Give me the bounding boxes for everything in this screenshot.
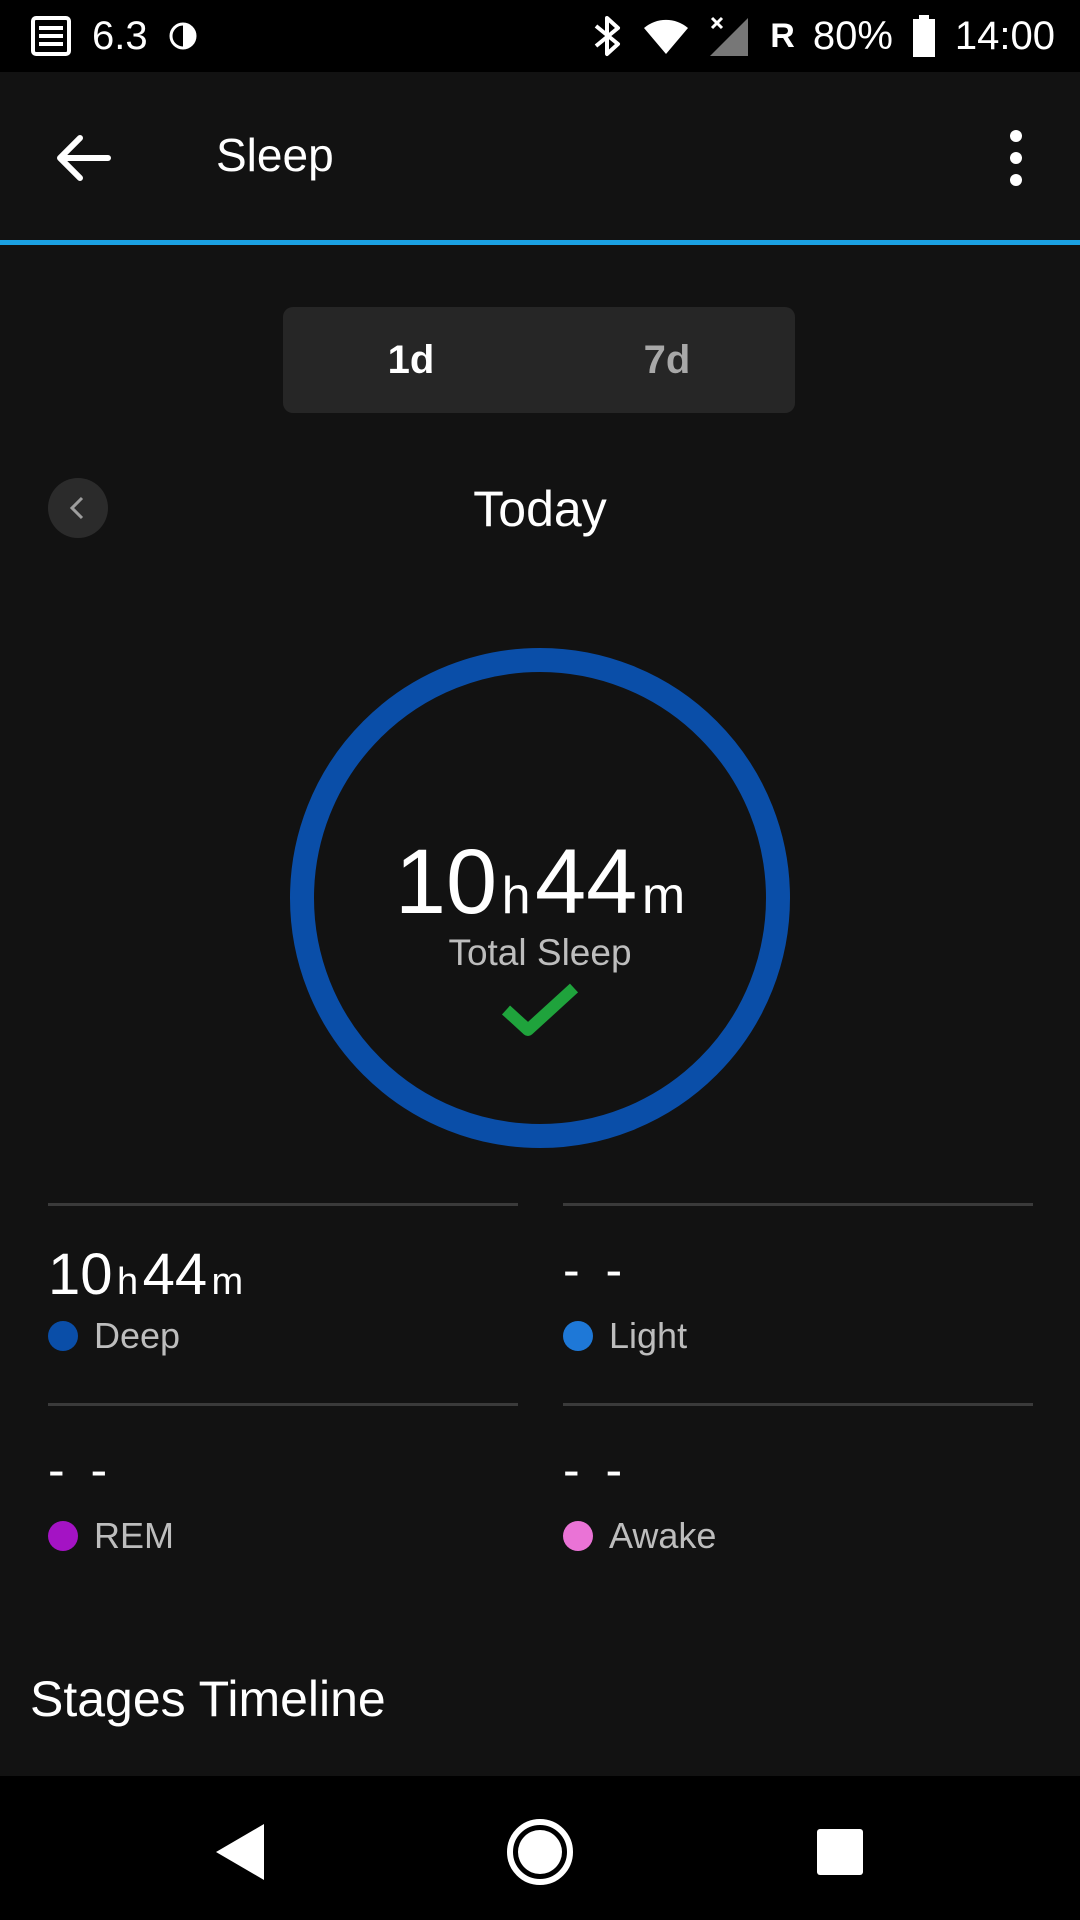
stage-light: - - Light [563, 1203, 1033, 1356]
section-title-stages-timeline: Stages Timeline [30, 1671, 386, 1727]
stage-rem-value: - - [48, 1442, 114, 1498]
date-label: Today [473, 481, 607, 537]
stage-deep-hours: 10 [48, 1242, 113, 1307]
stage-light-legend: Light [563, 1315, 687, 1357]
nav-back-button[interactable] [200, 1812, 280, 1892]
stage-rem: - - REM [48, 1403, 518, 1556]
stage-rem-dot [48, 1521, 78, 1551]
total-sleep-minutes: 44 [535, 831, 638, 933]
stage-deep-value: 10 h 44 m [48, 1241, 243, 1308]
stage-rem-legend: REM [48, 1515, 174, 1557]
bluetooth-icon [590, 14, 624, 58]
battery-percent: 80% [812, 13, 893, 58]
page-title: Sleep [216, 129, 334, 181]
system-nav-bar [0, 1776, 1080, 1920]
status-bar: 6.3 R 80% 14:00 [0, 0, 1080, 72]
wifi-icon [642, 16, 690, 56]
more-vertical-icon [1010, 130, 1022, 186]
more-options-button[interactable] [988, 122, 1044, 194]
range-option-7d[interactable]: 7d [539, 307, 795, 413]
divider [563, 1403, 1033, 1406]
contrast-icon [168, 21, 198, 51]
stage-deep-dot [48, 1321, 78, 1351]
home-circle-icon [507, 1819, 573, 1885]
app-bar: Sleep [0, 72, 1080, 240]
stage-awake-value: - - [563, 1442, 629, 1498]
stage-light-label: Light [609, 1315, 688, 1356]
battery-icon [911, 14, 937, 58]
nav-recents-button[interactable] [800, 1812, 880, 1892]
stage-awake-dot [563, 1521, 593, 1551]
back-triangle-icon [216, 1824, 264, 1880]
stage-rem-label: REM [94, 1515, 174, 1556]
network-label: R [770, 16, 795, 55]
total-sleep-hours-unit: h [501, 867, 531, 925]
range-option-1d[interactable]: 1d [283, 307, 539, 413]
divider [48, 1403, 518, 1406]
stage-awake: - - Awake [563, 1403, 1033, 1556]
divider [48, 1203, 518, 1206]
stage-light-dot [563, 1321, 593, 1351]
back-arrow-icon [57, 135, 111, 181]
total-sleep-label: Total Sleep [448, 932, 632, 973]
stage-deep-minutes-unit: m [211, 1261, 244, 1303]
stage-deep-hours-unit: h [116, 1261, 139, 1303]
recents-square-icon [817, 1829, 863, 1875]
stage-deep-minutes: 44 [142, 1242, 208, 1307]
news-icon [30, 15, 72, 57]
back-button[interactable] [48, 122, 120, 194]
stage-awake-label: Awake [609, 1515, 717, 1556]
divider [563, 1203, 1033, 1206]
stage-light-value: - - [563, 1242, 629, 1298]
total-sleep-hours: 10 [394, 831, 498, 933]
stage-awake-legend: Awake [563, 1515, 716, 1557]
stage-deep-label: Deep [94, 1315, 181, 1356]
stage-deep: 10 h 44 m Deep [48, 1203, 518, 1356]
total-sleep-minutes-unit: m [641, 867, 686, 925]
total-sleep-value: 10 h 44 m [290, 830, 790, 935]
notification-count: 6.3 [92, 13, 148, 58]
check-icon [501, 983, 579, 1036]
app-bar-accent-line [0, 240, 1080, 245]
stage-deep-legend: Deep [48, 1315, 180, 1357]
nav-home-button[interactable] [500, 1812, 580, 1892]
clock: 14:00 [954, 13, 1055, 58]
signal-icon [708, 14, 752, 58]
range-toggle: 1d 7d [283, 307, 795, 413]
